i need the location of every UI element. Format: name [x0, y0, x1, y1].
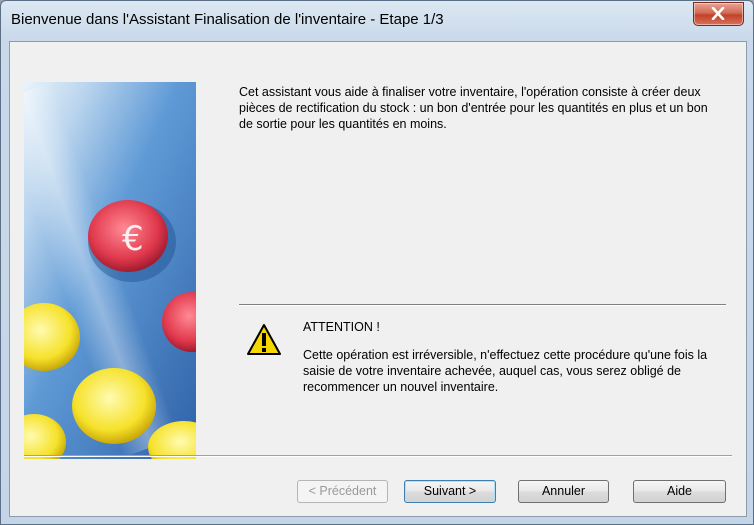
next-button[interactable]: Suivant > [404, 480, 496, 503]
help-button[interactable]: Aide [633, 480, 726, 503]
previous-button[interactable]: < Précédent [297, 480, 388, 503]
wizard-side-image: € [24, 82, 196, 459]
close-button[interactable] [693, 2, 744, 26]
dialog-client-area: € Cet assistant vous aide à finaliser vo… [9, 41, 747, 517]
svg-text:€: € [122, 219, 144, 259]
cancel-button[interactable]: Annuler [518, 480, 609, 503]
attention-title: ATTENTION ! [303, 320, 380, 334]
section-divider [239, 304, 726, 306]
footer-divider [24, 455, 732, 457]
intro-text: Cet assistant vous aide à finaliser votr… [239, 85, 708, 131]
window-title: Bienvenue dans l'Assistant Finalisation … [11, 11, 444, 28]
attention-text: Cette opération est irréversible, n'effe… [303, 348, 708, 394]
warning-icon [246, 323, 282, 362]
close-icon [711, 7, 725, 20]
wizard-window: Bienvenue dans l'Assistant Finalisation … [0, 0, 754, 525]
title-bar[interactable]: Bienvenue dans l'Assistant Finalisation … [1, 1, 753, 41]
